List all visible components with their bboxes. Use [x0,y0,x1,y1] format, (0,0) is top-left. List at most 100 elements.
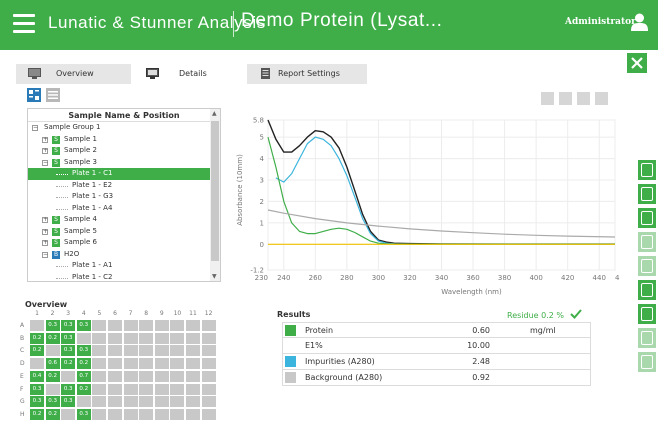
plate-well[interactable] [139,370,154,382]
tab-details[interactable]: Details [131,64,247,84]
tree-row[interactable]: − B H2O [28,249,220,261]
plate-well[interactable] [139,320,154,331]
plate-well[interactable] [61,370,76,382]
plate-well[interactable] [170,383,185,395]
plate-well[interactable]: 0.2 [76,358,91,370]
plate-well[interactable] [154,408,169,420]
plate-well[interactable] [108,383,122,395]
plate-well[interactable] [30,358,44,370]
tree-scroll-thumb[interactable] [211,121,219,261]
plate-well[interactable]: 0.2 [30,345,44,357]
plate-well[interactable]: 0.3 [61,332,76,344]
expand-node-icon[interactable]: + [42,148,48,154]
plate-well[interactable] [186,408,200,420]
tree-scrollbar[interactable]: ▲ ▼ [210,109,220,281]
keyboard-button[interactable] [638,256,656,276]
tab-report-settings[interactable]: Report Settings [247,64,367,84]
tree-row[interactable]: Plate 1 - G3 [28,191,220,203]
plate-well[interactable] [186,358,200,370]
plate-well[interactable] [139,383,154,395]
plate-well[interactable]: 0.2 [30,408,44,420]
plate-well[interactable] [201,345,216,357]
plate-well[interactable] [108,370,122,382]
plate-well[interactable] [108,358,122,370]
list-view-toggle-icon[interactable] [46,88,60,102]
plate-well[interactable]: 0.3 [61,396,76,408]
blank-document-button[interactable] [638,352,656,372]
plate-well[interactable]: 0.3 [61,320,76,331]
plate-well[interactable]: 0.3 [61,383,76,395]
plate-well[interactable] [170,332,185,344]
plate-well[interactable]: 0.2 [76,383,91,395]
tree-view-toggle-icon[interactable] [27,88,41,102]
plate-well[interactable]: 0.3 [76,320,91,331]
plate-well[interactable]: 0.3 [30,396,44,408]
plate-well[interactable] [186,370,200,382]
plate-well[interactable] [61,408,76,420]
tree-row[interactable]: + S Sample 4 [28,214,220,226]
plate-well[interactable] [123,345,138,357]
plate-well[interactable] [92,408,107,420]
tree-row[interactable]: Plate 1 - C1 [28,168,220,180]
user-icon[interactable] [631,13,648,31]
plate-well[interactable] [154,358,169,370]
plate-well[interactable] [170,396,185,408]
plate-well[interactable] [154,383,169,395]
plate-well[interactable] [186,396,200,408]
expand-node-icon[interactable]: + [42,240,48,246]
tree-row[interactable]: Plate 1 - E2 [28,180,220,192]
collapse-node-icon[interactable]: − [42,251,48,258]
scroll-down-icon[interactable]: ▼ [212,273,217,280]
plate-well[interactable] [170,408,185,420]
plate-well[interactable] [139,345,154,357]
plate-well[interactable] [76,396,91,408]
plate-well[interactable] [108,345,122,357]
tree-row[interactable]: Plate 1 - A1 [28,260,220,272]
plate-well[interactable] [92,320,107,331]
plate-well[interactable] [108,396,122,408]
plate-well[interactable]: 0.3 [76,408,91,420]
plate-well[interactable] [76,332,91,344]
tree-row[interactable]: − Sample Group 1 [28,122,220,134]
plate-well[interactable]: 0.3 [61,345,76,357]
plate-well[interactable] [139,358,154,370]
plate-well[interactable]: 0.3 [76,345,91,357]
search-document-button[interactable] [638,328,656,348]
camera-icon[interactable] [541,92,554,105]
plate-well[interactable] [92,396,107,408]
plate-well[interactable]: 0.3 [45,396,60,408]
plate-well[interactable]: 0.2 [45,332,60,344]
expand-node-icon[interactable]: + [42,228,48,235]
plate-well[interactable] [108,332,122,344]
plate-well[interactable]: 0.7 [76,370,91,382]
info-button[interactable] [638,160,656,180]
plate-well[interactable] [139,408,154,420]
plate-well[interactable] [201,396,216,408]
user-name[interactable]: Administrator [565,17,636,27]
edit-button[interactable] [638,280,656,300]
tree-row[interactable]: + S Sample 5 [28,226,220,238]
expand-node-icon[interactable]: + [42,217,48,223]
tree-row[interactable]: + S Sample 6 [28,237,220,249]
plate-well[interactable] [186,345,200,357]
plate-well[interactable] [45,383,60,395]
plate-well[interactable] [108,320,122,331]
plate-well[interactable] [108,408,122,420]
plate-well[interactable]: 0.2 [61,358,76,370]
plate-well[interactable] [186,383,200,395]
tab-overview[interactable]: Overview [16,64,131,84]
plate-well[interactable] [201,332,216,344]
plate-well[interactable]: 0.3 [30,383,44,395]
tree-row[interactable]: + S Sample 1 [28,134,220,146]
tree-row[interactable]: Plate 1 - C2 [28,272,220,282]
plate-well[interactable]: 0.2 [30,332,44,344]
expand-node-icon[interactable]: + [42,136,48,143]
wrench-button[interactable] [638,304,656,324]
plate-well[interactable] [170,345,185,357]
plate-well[interactable] [92,345,107,357]
plate-well[interactable] [201,383,216,395]
plate-well[interactable] [139,332,154,344]
plate-well[interactable] [123,332,138,344]
tree-row[interactable]: − S Sample 3 [28,157,220,169]
collapse-icon[interactable] [577,92,590,105]
